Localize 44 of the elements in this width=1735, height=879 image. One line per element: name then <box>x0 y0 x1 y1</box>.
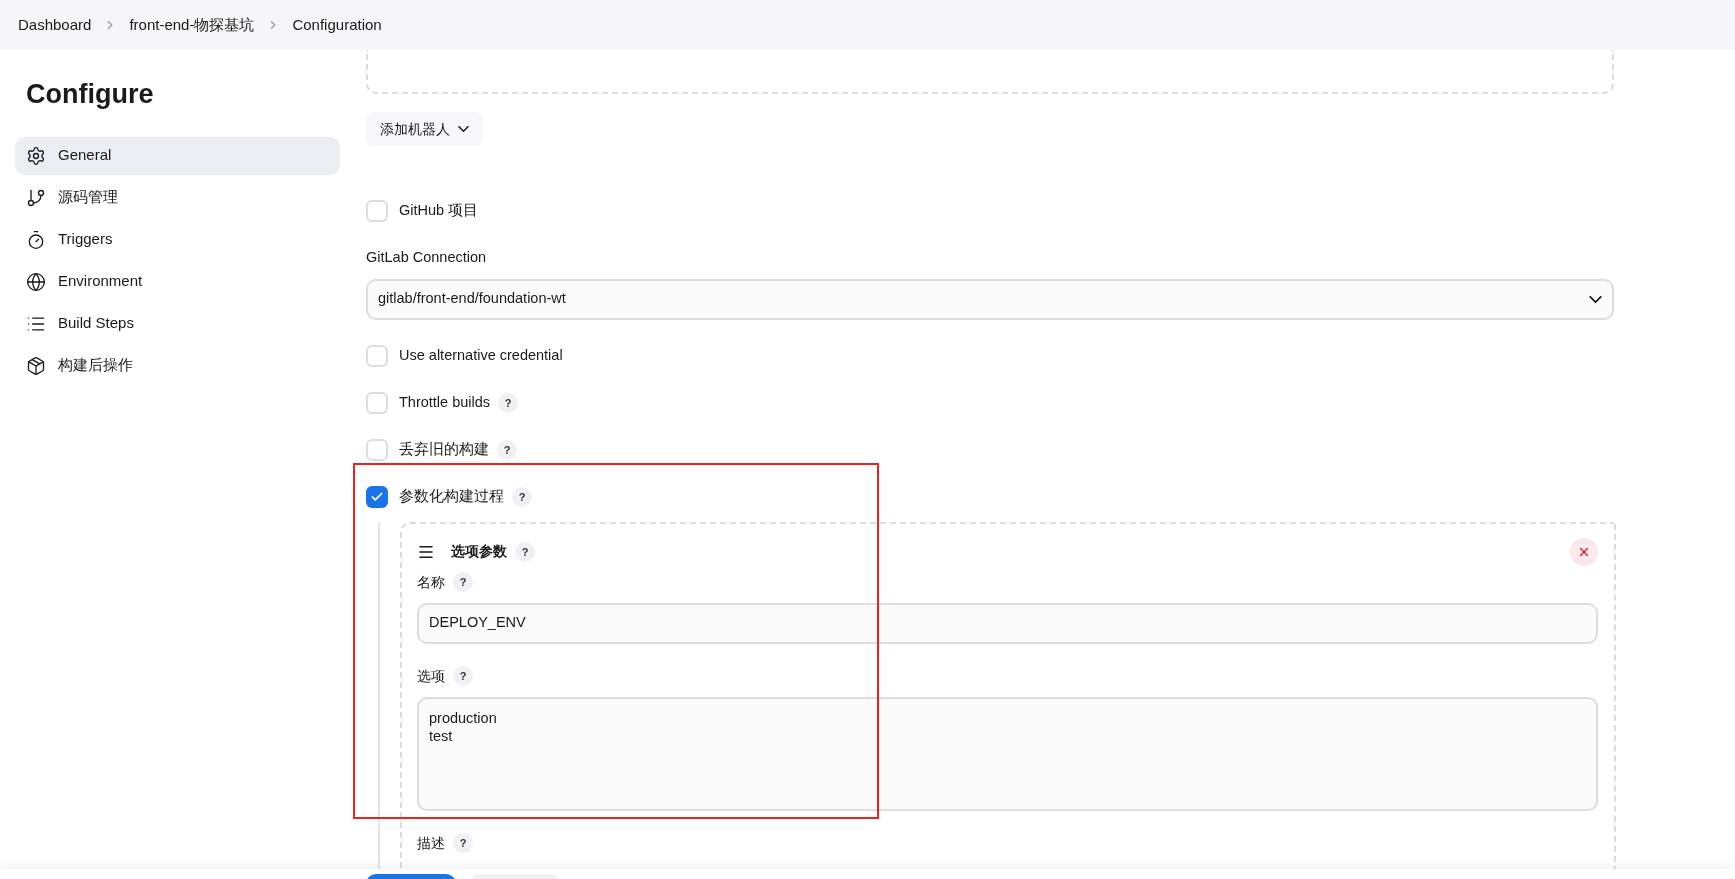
checkbox-label: Use alternative credential <box>399 345 563 365</box>
help-button[interactable]: ? <box>453 572 473 593</box>
chevron-down-icon <box>458 126 469 132</box>
help-button[interactable]: ? <box>453 666 473 687</box>
parameter-title: 选项参数 <box>451 542 507 562</box>
field-label: 名称 <box>417 572 445 592</box>
help-button[interactable]: ? <box>453 833 473 854</box>
sidebar-item[interactable]: 源码管理 <box>15 178 340 217</box>
checkbox-label: 参数化构建过程 <box>399 486 504 506</box>
name-input[interactable]: DEPLOY_ENV <box>417 602 1598 644</box>
checkbox-label: 丢弃旧的构建 <box>399 439 489 459</box>
sidebar-item[interactable]: 构建后操作 <box>15 346 340 385</box>
timer-icon <box>26 229 46 250</box>
breadcrumb-link[interactable]: Dashboard <box>18 13 92 37</box>
sidebar-item[interactable]: Build Steps <box>15 304 340 343</box>
delete-button[interactable] <box>1570 537 1598 566</box>
page-title: Configure <box>26 78 155 111</box>
help-button[interactable]: ? <box>498 392 519 413</box>
checkbox[interactable] <box>366 344 388 367</box>
field-label: 选项 <box>417 666 445 686</box>
breadcrumb-link[interactable]: front-end-物探基坑 <box>129 13 255 37</box>
select-field[interactable]: gitlab/front-end/foundation-wt <box>366 278 1614 320</box>
sidebar-item[interactable]: General <box>15 136 340 175</box>
help-button[interactable]: ? <box>497 439 517 460</box>
field-label: GitLab Connection <box>366 248 488 267</box>
choices-textarea[interactable]: production test <box>417 696 1598 811</box>
globe-icon <box>26 271 46 292</box>
chevron-down-icon <box>1589 295 1602 303</box>
sidebar-item[interactable]: Environment <box>15 262 340 301</box>
branch-icon <box>26 187 46 208</box>
add-robot-button[interactable]: 添加机器人 <box>366 112 483 146</box>
help-button[interactable]: ? <box>512 486 532 507</box>
sidebar-item[interactable]: Triggers <box>15 220 340 259</box>
checkbox[interactable] <box>366 391 388 414</box>
checkbox[interactable] <box>366 485 388 508</box>
settings-icon <box>26 145 46 166</box>
package-icon <box>26 355 46 376</box>
field-label: 描述 <box>417 833 445 853</box>
checkbox-label: Throttle builds <box>399 392 491 412</box>
help-button[interactable]: ? <box>515 541 535 562</box>
checkbox[interactable] <box>366 438 388 461</box>
checkbox[interactable] <box>366 200 388 222</box>
breadcrumb-link[interactable]: Configuration <box>292 13 382 37</box>
checkbox-label: GitHub 项目 <box>399 201 479 221</box>
